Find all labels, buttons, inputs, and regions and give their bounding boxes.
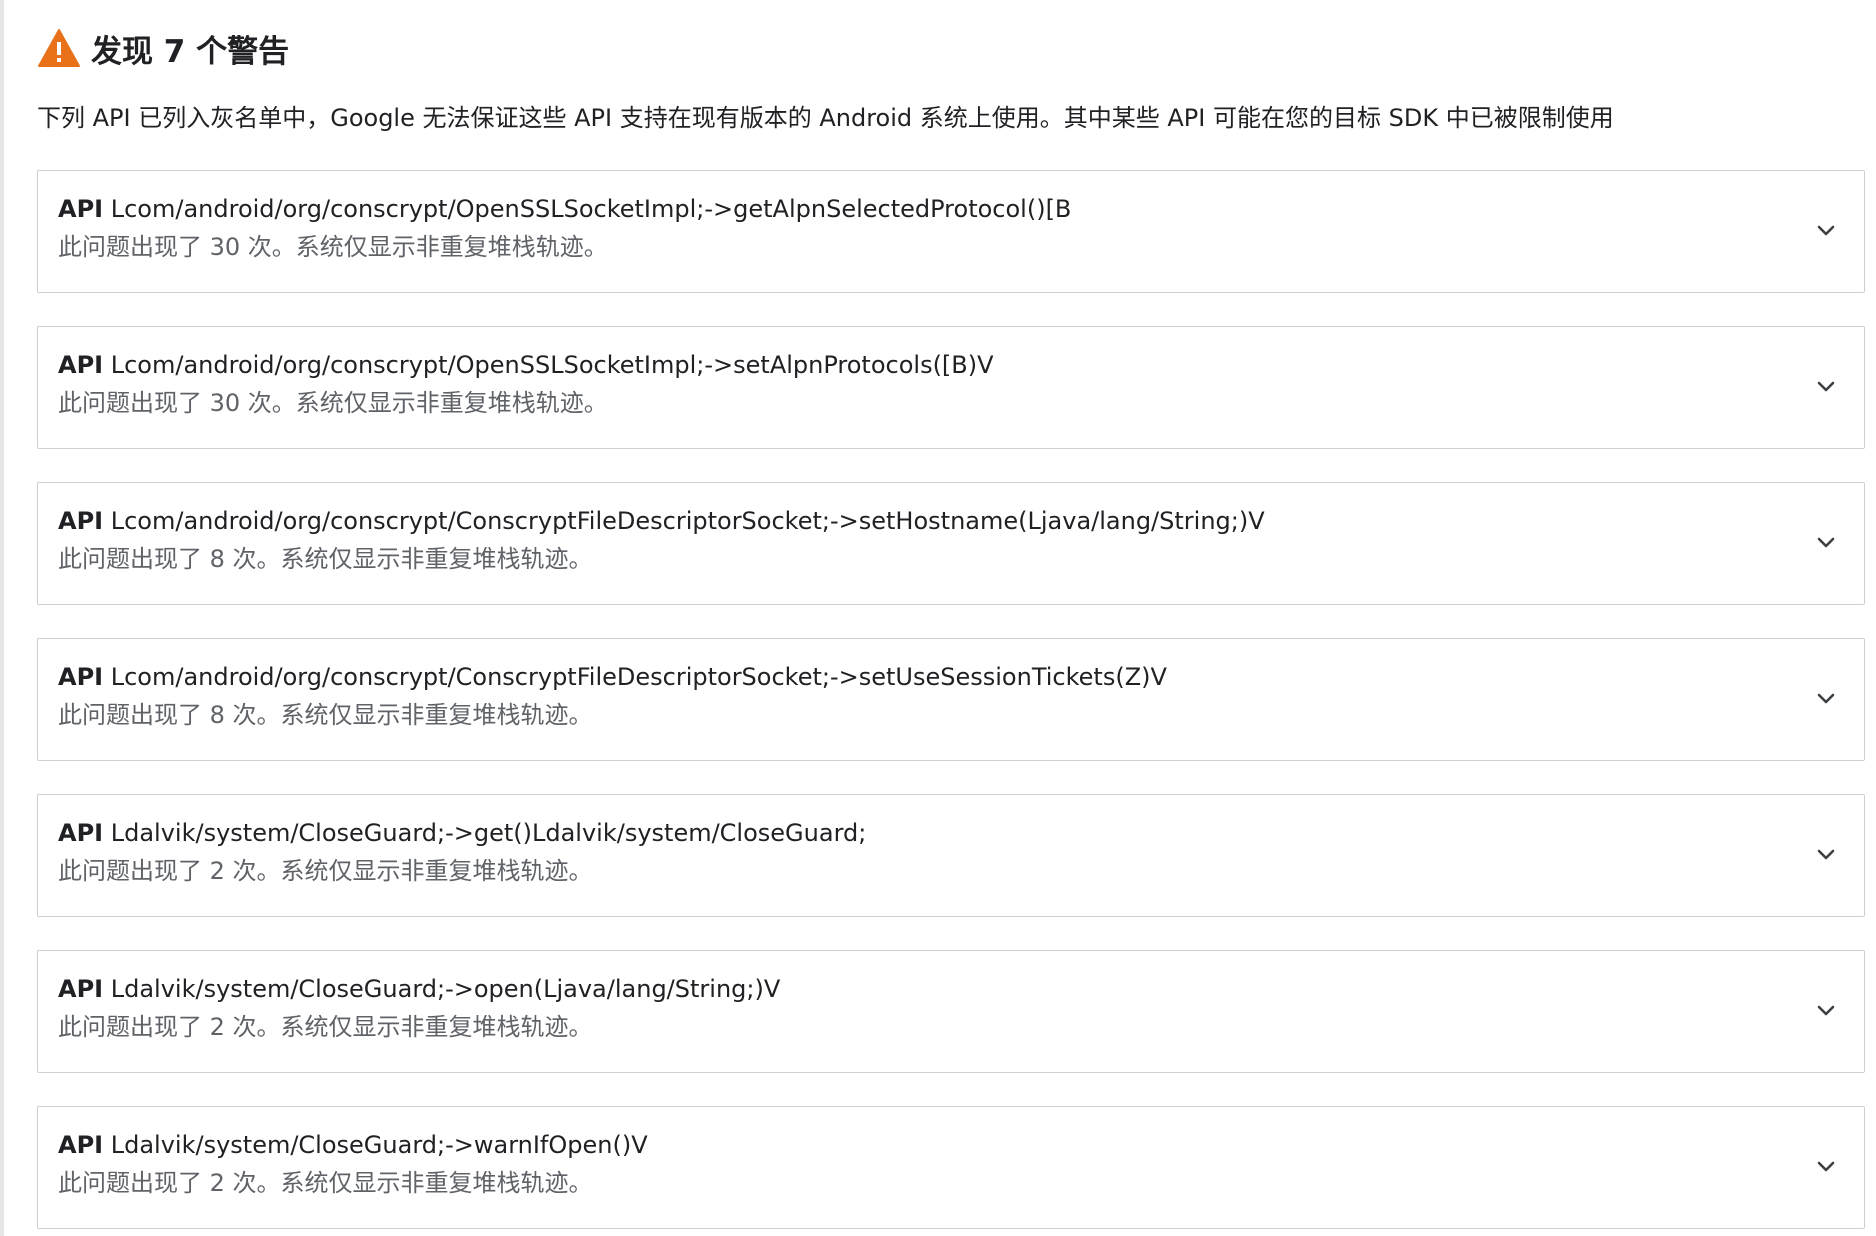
warning-item[interactable]: API Lcom/android/org/conscrypt/Conscrypt… [37, 482, 1865, 605]
warning-item[interactable]: API Ldalvik/system/CloseGuard;->open(Lja… [37, 950, 1865, 1073]
api-signature-line: API Ldalvik/system/CloseGuard;->get()Lda… [58, 817, 1784, 849]
warnings-title: 发现 7 个警告 [91, 33, 290, 70]
warning-item-text: API Ldalvik/system/CloseGuard;->open(Lja… [58, 973, 1784, 1043]
warning-item-text: API Lcom/android/org/conscrypt/Conscrypt… [58, 505, 1784, 575]
warning-item[interactable]: API Lcom/android/org/conscrypt/OpenSSLSo… [37, 170, 1865, 293]
warning-item-text: API Lcom/android/org/conscrypt/OpenSSLSo… [58, 349, 1784, 419]
occurrence-count: 此问题出现了 2 次。系统仅显示非重复堆栈轨迹。 [58, 1013, 593, 1041]
warning-item[interactable]: API Ldalvik/system/CloseGuard;->get()Lda… [37, 794, 1865, 917]
left-divider [0, 0, 4, 1236]
warning-item-text: API Ldalvik/system/CloseGuard;->warnIfOp… [58, 1129, 1784, 1199]
api-signature: Ldalvik/system/CloseGuard;->open(Ljava/l… [110, 975, 781, 1003]
api-prefix-label: API [58, 195, 104, 223]
api-signature: Ldalvik/system/CloseGuard;->warnIfOpen()… [110, 1131, 648, 1159]
chevron-down-icon[interactable] [1814, 1155, 1838, 1179]
api-signature-line: API Lcom/android/org/conscrypt/OpenSSLSo… [58, 193, 1784, 225]
warning-item-text: API Lcom/android/org/conscrypt/Conscrypt… [58, 661, 1784, 731]
api-signature: Lcom/android/org/conscrypt/ConscryptFile… [110, 663, 1167, 691]
api-signature: Lcom/android/org/conscrypt/OpenSSLSocket… [110, 351, 994, 379]
warning-item[interactable]: API Ldalvik/system/CloseGuard;->warnIfOp… [37, 1106, 1865, 1229]
api-prefix-label: API [58, 351, 104, 379]
api-prefix-label: API [58, 819, 104, 847]
occurrence-count: 此问题出现了 8 次。系统仅显示非重复堆栈轨迹。 [58, 701, 593, 729]
api-signature: Lcom/android/org/conscrypt/ConscryptFile… [110, 507, 1265, 535]
api-signature-line: API Lcom/android/org/conscrypt/Conscrypt… [58, 505, 1784, 537]
occurrence-count: 此问题出现了 2 次。系统仅显示非重复堆栈轨迹。 [58, 857, 593, 885]
warning-item-text: API Ldalvik/system/CloseGuard;->get()Lda… [58, 817, 1784, 887]
occurrence-count: 此问题出现了 8 次。系统仅显示非重复堆栈轨迹。 [58, 545, 593, 573]
warnings-header: 发现 7 个警告 [37, 22, 289, 74]
chevron-down-icon[interactable] [1814, 687, 1838, 711]
occurrence-count: 此问题出现了 2 次。系统仅显示非重复堆栈轨迹。 [58, 1169, 593, 1197]
api-prefix-label: API [58, 507, 104, 535]
warning-item[interactable]: API Lcom/android/org/conscrypt/Conscrypt… [37, 638, 1865, 761]
api-prefix-label: API [58, 1131, 104, 1159]
api-prefix-label: API [58, 663, 104, 691]
warning-triangle-icon [37, 28, 81, 68]
warning-item[interactable]: API Lcom/android/org/conscrypt/OpenSSLSo… [37, 326, 1865, 449]
api-signature-line: API Lcom/android/org/conscrypt/Conscrypt… [58, 661, 1784, 693]
api-signature-line: API Ldalvik/system/CloseGuard;->warnIfOp… [58, 1129, 1784, 1161]
chevron-down-icon[interactable] [1814, 999, 1838, 1023]
chevron-down-icon[interactable] [1814, 531, 1838, 555]
api-signature-line: API Ldalvik/system/CloseGuard;->open(Lja… [58, 973, 1784, 1005]
greylist-description: 下列 API 已列入灰名单中，Google 无法保证这些 API 支持在现有版本… [37, 104, 1614, 132]
api-signature-line: API Lcom/android/org/conscrypt/OpenSSLSo… [58, 349, 1784, 381]
warning-item-text: API Lcom/android/org/conscrypt/OpenSSLSo… [58, 193, 1784, 263]
chevron-down-icon[interactable] [1814, 843, 1838, 867]
occurrence-count: 此问题出现了 30 次。系统仅显示非重复堆栈轨迹。 [58, 233, 608, 261]
occurrence-count: 此问题出现了 30 次。系统仅显示非重复堆栈轨迹。 [58, 389, 608, 417]
api-signature: Ldalvik/system/CloseGuard;->get()Ldalvik… [110, 819, 867, 847]
api-signature: Lcom/android/org/conscrypt/OpenSSLSocket… [110, 195, 1072, 223]
chevron-down-icon[interactable] [1814, 375, 1838, 399]
chevron-down-icon[interactable] [1814, 219, 1838, 243]
api-prefix-label: API [58, 975, 104, 1003]
